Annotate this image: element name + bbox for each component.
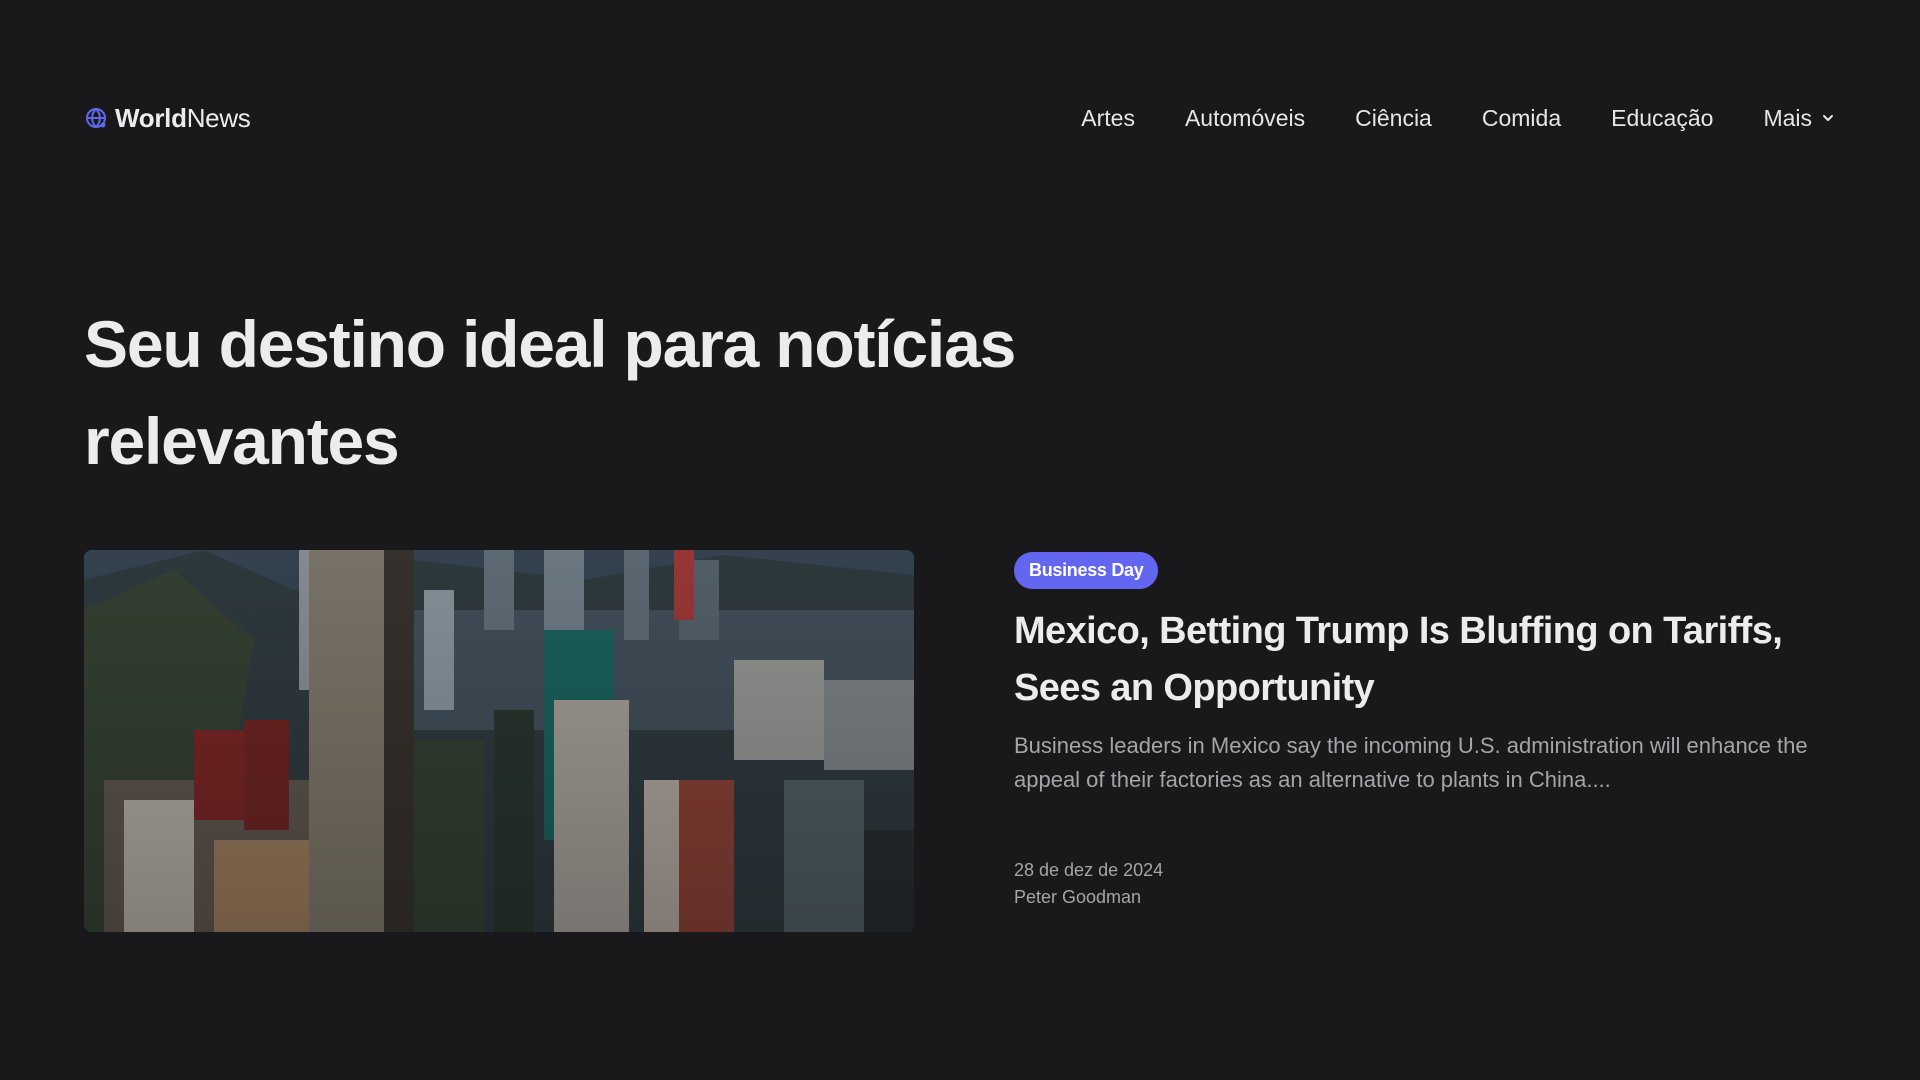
article-excerpt: Business leaders in Mexico say the incom… bbox=[1014, 733, 1808, 792]
nav-item-artes[interactable]: Artes bbox=[1081, 105, 1135, 132]
category-badge[interactable]: Business Day bbox=[1014, 552, 1159, 589]
chevron-down-icon bbox=[1823, 115, 1833, 121]
logo-text-bold: World bbox=[115, 102, 187, 133]
nav-more-dropdown[interactable]: Mais bbox=[1763, 105, 1836, 132]
hero-title: Seu destino ideal para notícias relevant… bbox=[84, 307, 1016, 478]
nav-item-automoveis[interactable]: Automóveis bbox=[1185, 105, 1305, 132]
article-date: 28 de dez de 2024 bbox=[1014, 860, 1164, 880]
nav-item-educacao[interactable]: Educação bbox=[1611, 105, 1713, 132]
article-meta: 28 de dez de 2024 Peter Goodman bbox=[1014, 857, 1844, 911]
globe-icon bbox=[84, 106, 108, 130]
featured-article-image[interactable] bbox=[84, 550, 914, 932]
nav-item-ciencia[interactable]: Ciência bbox=[1355, 105, 1432, 132]
nav-more-label: Mais bbox=[1763, 104, 1812, 131]
nav-item-comida[interactable]: Comida bbox=[1482, 105, 1561, 132]
article-title[interactable]: Mexico, Betting Trump Is Bluffing on Tar… bbox=[1014, 603, 1844, 717]
main-nav: Artes Automóveis Ciência Comida Educação… bbox=[1081, 105, 1836, 132]
site-header: WorldNews Artes Automóveis Ciência Comid… bbox=[84, 96, 1836, 140]
featured-article: Business Day Mexico, Betting Trump Is Bl… bbox=[1014, 552, 1844, 911]
logo-text-light: News bbox=[186, 102, 251, 133]
article-author[interactable]: Peter Goodman bbox=[1014, 884, 1844, 911]
site-logo[interactable]: WorldNews bbox=[84, 103, 251, 134]
